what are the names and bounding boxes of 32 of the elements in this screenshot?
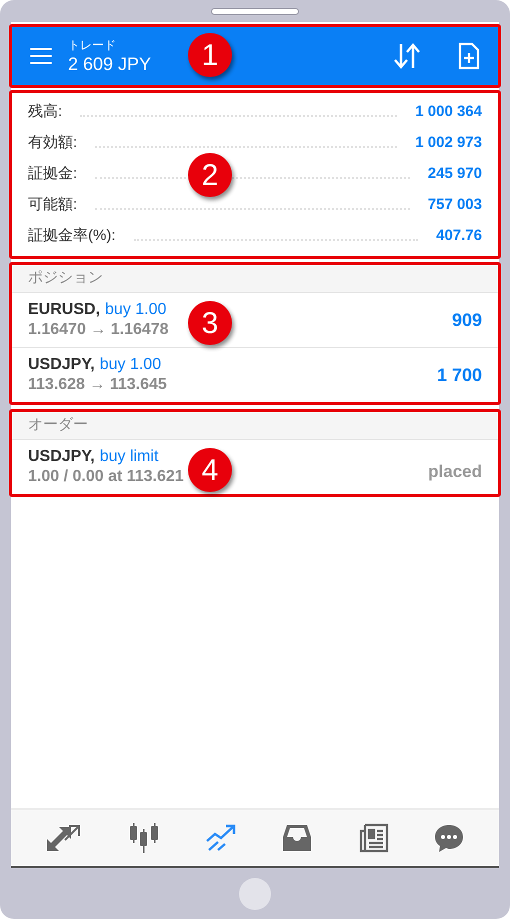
trade-type-text: buy 1.00 [105, 300, 166, 320]
sort-icon[interactable] [392, 42, 422, 70]
callout-number: 3 [188, 301, 232, 345]
price-text: 113.628 → 113.645 [28, 375, 167, 395]
summary-value: 1 002 973 [415, 133, 482, 154]
menu-icon[interactable] [30, 48, 52, 64]
symbol-text: EURUSD, [28, 300, 100, 320]
summary-value: 1 000 364 [415, 102, 482, 122]
summary-value: 245 970 [428, 164, 482, 184]
trade-type-text: buy 1.00 [100, 355, 162, 375]
summary-label: 証拠金率(%): [28, 226, 116, 246]
section-header: オーダー [12, 412, 498, 440]
symbol-text: USDJPY, [28, 355, 95, 375]
section-header: ポジション [12, 265, 498, 293]
summary-label: 証拠金: [28, 164, 78, 184]
trade-type-text: buy limit [100, 447, 158, 467]
callout-number: 2 [188, 153, 232, 197]
summary-label: 有効額: [28, 133, 78, 154]
profit-value: 909 [452, 308, 482, 332]
order-details-text: 1.00 / 0.00 at 113.621 [28, 467, 184, 487]
profit-value: 1 700 [436, 364, 482, 386]
add-document-icon[interactable] [458, 42, 480, 70]
summary-value: 407.76 [436, 226, 482, 246]
screen-title: トレード [68, 37, 117, 53]
summary-label: 残高: [28, 102, 62, 122]
price-text: 1.16470 → 1.16478 [28, 320, 169, 340]
summary-value: 757 003 [428, 195, 482, 216]
order-status: placed [428, 461, 482, 484]
symbol-text: USDJPY, [28, 447, 95, 467]
summary-label: 可能額: [28, 195, 78, 216]
balance-text: 2 609 JPY [68, 53, 152, 75]
callout-number: 4 [188, 448, 232, 492]
